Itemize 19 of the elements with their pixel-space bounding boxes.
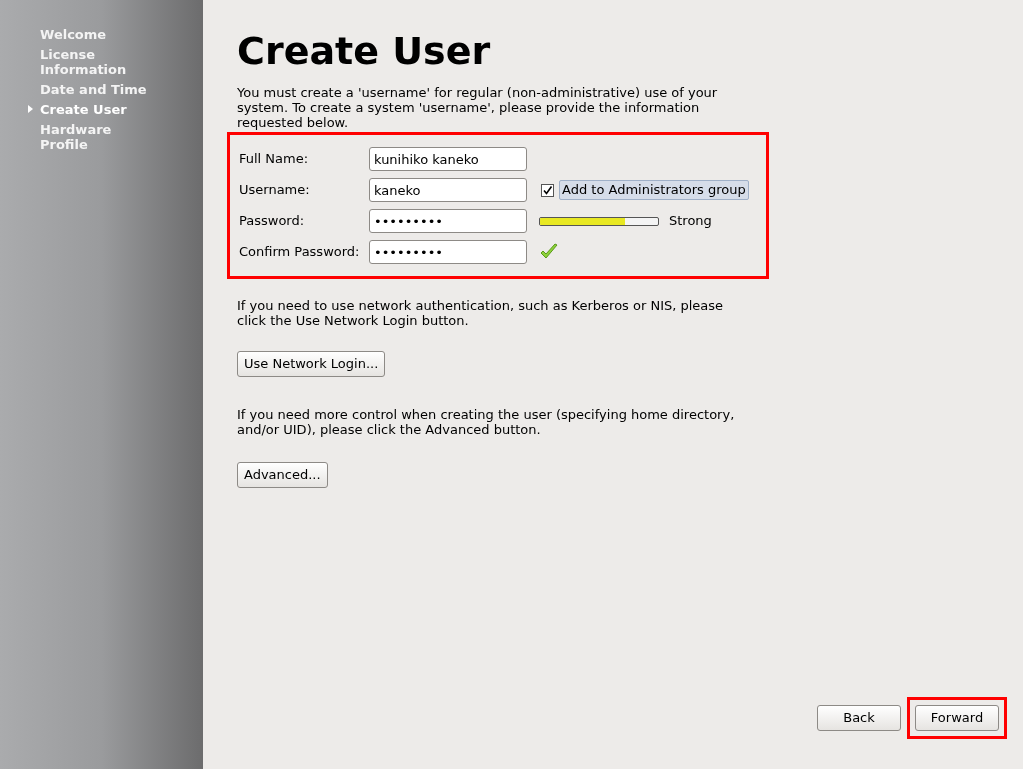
text-field[interactable]: ••••••••• bbox=[369, 209, 527, 233]
field-label: Full Name: bbox=[239, 150, 310, 169]
field-label: Username: bbox=[239, 181, 311, 200]
field-label: Password: bbox=[239, 212, 306, 231]
network-note: If you need to use network authentication, such as Kerberos or NIS, please click the Use Network Login button. bbox=[237, 298, 725, 328]
back-button[interactable]: Back bbox=[817, 705, 901, 731]
text-field[interactable]: kunihiko kaneko bbox=[369, 147, 527, 171]
forward-button[interactable]: Forward bbox=[915, 705, 999, 731]
checkbox[interactable] bbox=[541, 183, 554, 197]
network-login-button[interactable]: Use Network Login... bbox=[237, 351, 386, 377]
text-field[interactable]: kaneko bbox=[369, 178, 527, 202]
page-title: Create User bbox=[237, 28, 492, 74]
checkbox-label[interactable]: Add to Administrators group bbox=[559, 180, 749, 200]
intro-text: You must create a 'username' for regular (non-administrative) use of your system. To create a system 'username', please provide the information requested below. bbox=[237, 85, 719, 130]
advanced-button[interactable]: Advanced... bbox=[237, 462, 328, 488]
strength-reading: Strong bbox=[669, 212, 712, 231]
advanced-note: If you need more control when creating the user (specifying home directory, and/or UID), please click the Advanced button. bbox=[237, 407, 736, 437]
text-field[interactable]: ••••••••• bbox=[369, 240, 527, 264]
field-label: Confirm Password: bbox=[239, 243, 361, 262]
